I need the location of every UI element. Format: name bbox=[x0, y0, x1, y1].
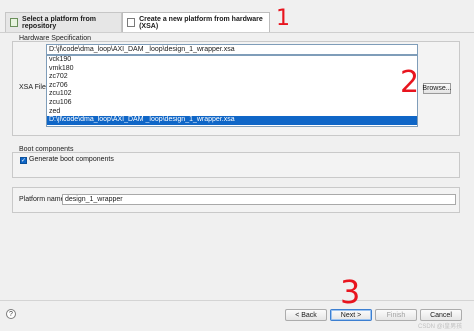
generate-boot-label: Generate boot components bbox=[29, 156, 114, 163]
annotation-1: 1 bbox=[276, 6, 290, 31]
annotation-3: 3 bbox=[340, 273, 361, 311]
help-icon[interactable]: ? bbox=[6, 309, 16, 319]
annotation-2: 2 bbox=[400, 65, 420, 100]
tab-create-from-hardware[interactable]: Create a new platform from hardware (XSA… bbox=[122, 12, 270, 32]
dropdown-item-zcu102[interactable]: zcu102 bbox=[47, 90, 417, 99]
tab-label: Create a new platform from hardware (XSA… bbox=[139, 15, 263, 30]
dropdown-item-zc702[interactable]: zc702 bbox=[47, 73, 417, 82]
platform-name-label: Platform name: bbox=[19, 196, 67, 203]
dropdown-item-vck190[interactable]: vck190 bbox=[47, 56, 417, 65]
dropdown-item-zc706[interactable]: zc706 bbox=[47, 82, 417, 91]
tab-label: Select a platform from repository bbox=[22, 15, 96, 30]
dropdown-item-vmk180[interactable]: vmk180 bbox=[47, 65, 417, 74]
xsa-file-label: XSA File: bbox=[19, 84, 48, 91]
xsa-file-input[interactable]: D:\jl\code\dma_loop\AXI_DAM _loop\design… bbox=[46, 44, 418, 55]
back-button[interactable]: < Back bbox=[285, 309, 327, 321]
dropdown-item-zed[interactable]: zed bbox=[47, 108, 417, 117]
tab-select-from-repository[interactable]: Select a platform from repository bbox=[5, 12, 122, 32]
watermark: CSDN @i皇男孩 bbox=[418, 324, 463, 330]
finish-button[interactable]: Finish bbox=[375, 309, 417, 321]
dropdown-item-zcu106[interactable]: zcu106 bbox=[47, 99, 417, 108]
cancel-button[interactable]: Cancel bbox=[420, 309, 462, 321]
generate-boot-checkbox[interactable]: ✓ bbox=[20, 157, 27, 164]
platform-name-input[interactable]: design_1_wrapper bbox=[62, 194, 456, 205]
xsa-dropdown-list[interactable]: vck190 vmk180 zc702 zc706 zcu102 zcu106 … bbox=[46, 55, 418, 127]
hardware-icon bbox=[127, 18, 136, 27]
platform-icon bbox=[10, 18, 19, 27]
browse-button[interactable]: Browse... bbox=[422, 83, 452, 94]
footer-separator bbox=[0, 300, 474, 301]
dropdown-item-selected-xsa[interactable]: D:\jl\code\dma_loop\AXI_DAM _loop\design… bbox=[47, 116, 417, 125]
